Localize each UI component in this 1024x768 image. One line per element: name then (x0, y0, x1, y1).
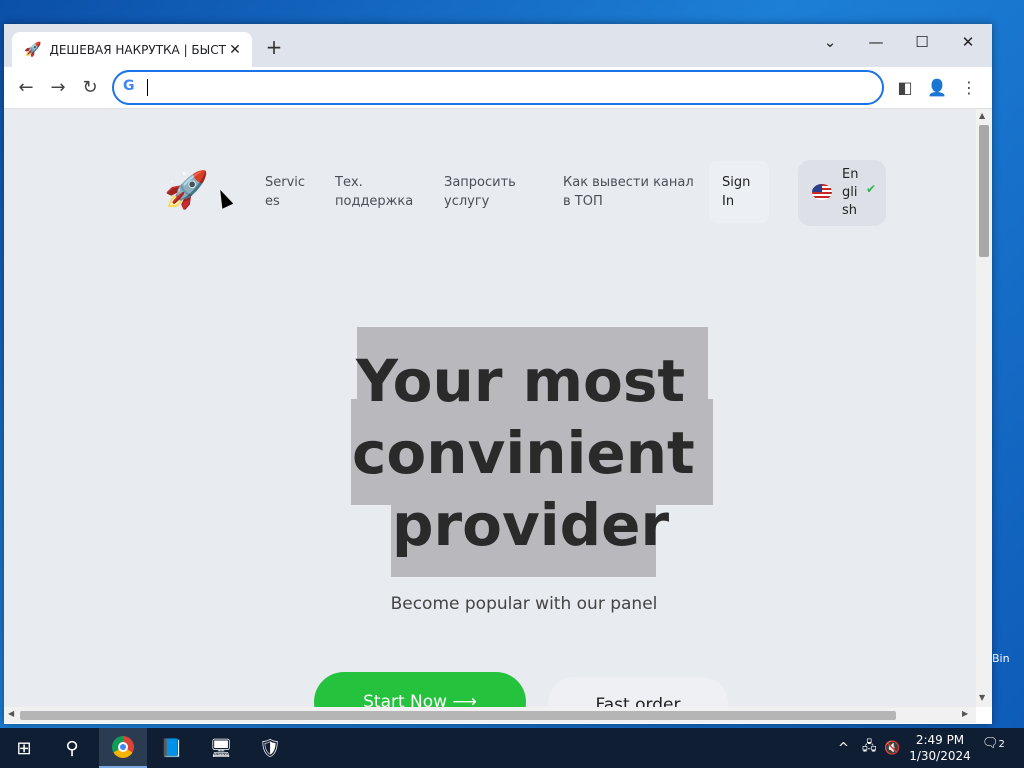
rocket-logo-icon[interactable]: 🚀 (164, 169, 209, 211)
new-tab-button[interactable]: + (262, 36, 286, 60)
nav-link-services[interactable]: Servic es (265, 173, 309, 211)
security-shield-icon[interactable]: 🛡 (246, 728, 294, 768)
notification-count: 2 (998, 739, 1005, 750)
hero-title-line3: provider (392, 491, 670, 559)
windows-start-icon[interactable]: ⊞ (0, 728, 48, 768)
horizontal-scroll-thumb[interactable] (20, 711, 896, 720)
horizontal-scrollbar[interactable]: ◀ ▶ (4, 707, 976, 723)
menu-dots-icon[interactable]: ⋮ (956, 75, 982, 101)
close-window-button[interactable]: ✕ (948, 28, 988, 56)
fast-order-button[interactable]: Fast order (548, 677, 728, 707)
profile-avatar-icon[interactable]: 👤 (924, 75, 950, 101)
scroll-up-icon[interactable]: ▲ (979, 111, 985, 120)
nav-link-support[interactable]: Тех. поддержка (335, 173, 413, 211)
google-icon: G (123, 78, 135, 94)
browser-toolbar: ← → ↻ G ◧ 👤 ⋮ (4, 67, 992, 109)
control-panel-icon[interactable]: 🖥 (197, 728, 245, 768)
tray-chevron-icon[interactable]: ^ (838, 728, 849, 768)
taskbar: ⊞ ⚲ 📘 🖥 🛡 ^ 🖧 🔇 2:49 PM 1/30/2024 🗨2 (0, 728, 1024, 768)
hero-title-line2: convinient (352, 419, 695, 487)
tab-title: ДЕШЕВАЯ НАКРУТКА | БЫСТРО (49, 42, 226, 57)
nav-link-request-service[interactable]: Запросить услугу (444, 173, 516, 211)
network-icon[interactable]: 🖧 (862, 728, 877, 768)
back-arrow-icon[interactable]: ← (13, 75, 39, 101)
forward-arrow-icon[interactable]: → (45, 75, 71, 101)
scroll-left-icon[interactable]: ◀ (8, 709, 14, 718)
tab-search-icon[interactable]: ⌄ (810, 28, 850, 56)
page-viewport: 🚀 Servic es Тех. поддержка Запросить усл… (4, 109, 976, 707)
nav-link-channel-top[interactable]: Как вывести канал в ТОП (563, 173, 694, 211)
language-selector[interactable]: English ✔ (798, 160, 886, 226)
recycle-bin-label[interactable]: Bin (992, 652, 1010, 665)
sign-in-label: Sign In (722, 175, 751, 209)
tab-strip: 🚀 ДЕШЕВАЯ НАКРУТКА | БЫСТРО ✕ + ⌄ — ☐ ✕ (4, 24, 992, 67)
side-panel-icon[interactable]: ◧ (892, 75, 918, 101)
chevron-down-icon: ✔ (866, 182, 877, 196)
vertical-scroll-thumb[interactable] (979, 125, 989, 257)
address-input[interactable] (144, 76, 864, 98)
hero-title-line1: Your most (356, 347, 686, 415)
vertical-scrollbar[interactable]: ▲ ▼ (976, 109, 992, 707)
mouse-cursor-icon (214, 187, 234, 209)
search-icon[interactable]: ⚲ (48, 728, 96, 768)
reload-icon[interactable]: ↻ (77, 75, 103, 101)
browser-window: 🚀 ДЕШЕВАЯ НАКРУТКА | БЫСТРО ✕ + ⌄ — ☐ ✕ … (4, 24, 992, 724)
clock-date: 1/30/2024 (909, 749, 971, 763)
minimize-button[interactable]: — (856, 28, 896, 56)
clock-time: 2:49 PM (915, 733, 965, 747)
rocket-favicon-icon: 🚀 (24, 41, 42, 58)
chrome-taskbar-icon[interactable] (99, 728, 147, 768)
scroll-down-icon[interactable]: ▼ (979, 693, 985, 702)
sign-in-button[interactable]: Sign In (709, 161, 769, 223)
notifications-icon[interactable]: 🗨2 (982, 736, 1006, 760)
address-bar[interactable]: G (112, 70, 884, 105)
volume-muted-icon[interactable]: 🔇 (884, 728, 900, 768)
system-clock[interactable]: 2:49 PM 1/30/2024 (900, 732, 980, 764)
start-now-button[interactable]: Start Now ⟶ (314, 672, 526, 707)
notes-app-icon[interactable]: 📘 (148, 728, 196, 768)
us-flag-icon (812, 184, 832, 200)
browser-tab[interactable]: 🚀 ДЕШЕВАЯ НАКРУТКА | БЫСТРО ✕ (12, 32, 252, 67)
maximize-button[interactable]: ☐ (902, 28, 942, 56)
scroll-right-icon[interactable]: ▶ (962, 709, 968, 718)
hero-subtitle: Become popular with our panel (390, 594, 658, 614)
language-label: English (842, 167, 859, 218)
tab-close-icon[interactable]: ✕ (226, 42, 244, 58)
